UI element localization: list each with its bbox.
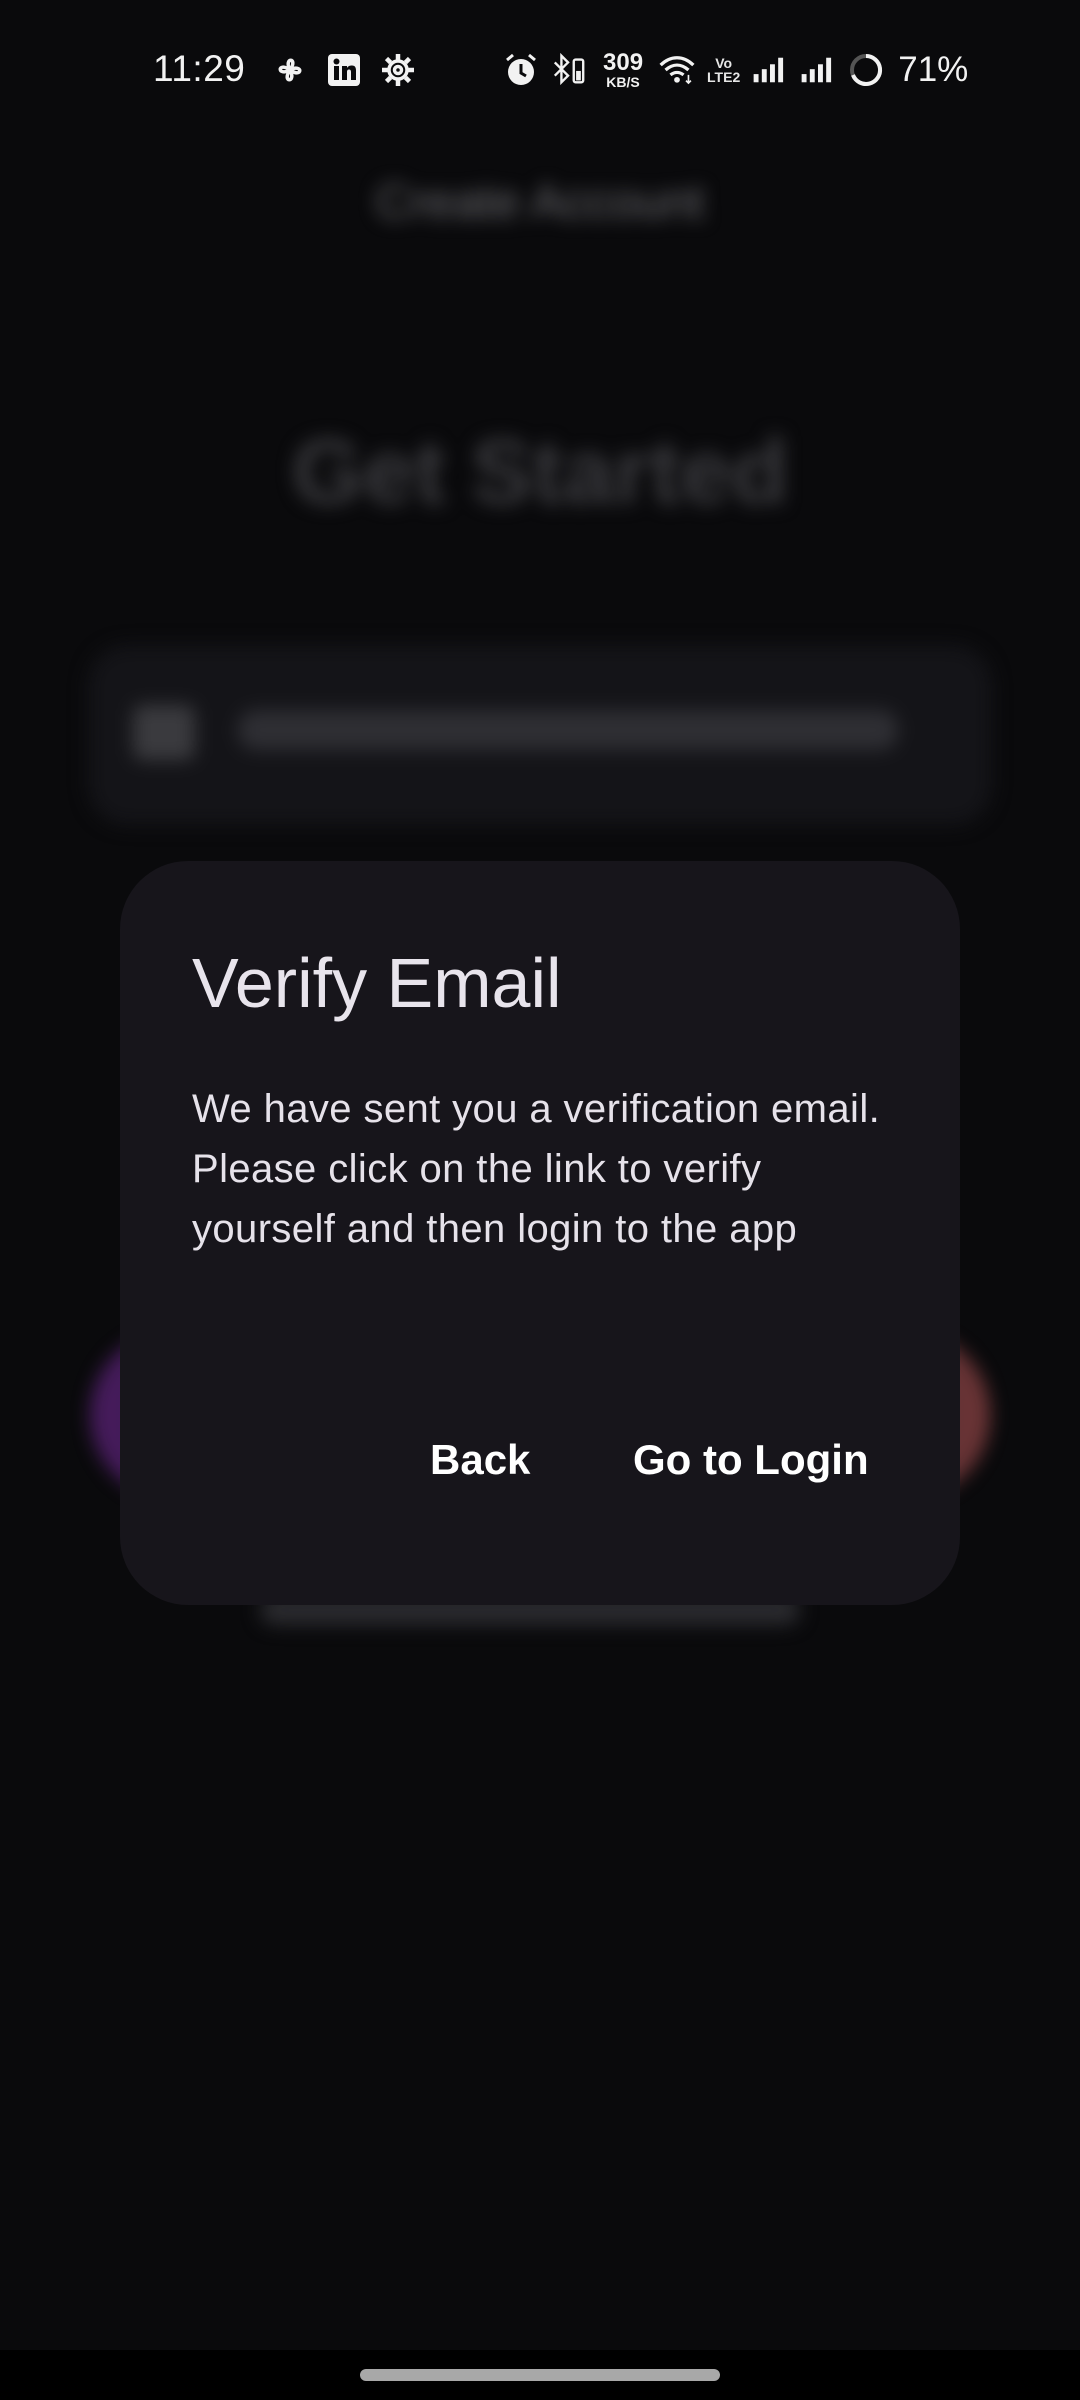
- network-speed: 309 KB/S: [603, 49, 644, 90]
- status-bar: 11:29 309 KB/S Vo LTE2 71%: [0, 0, 1080, 145]
- back-button[interactable]: Back: [412, 1426, 548, 1494]
- home-gesture-handle[interactable]: [360, 2369, 720, 2381]
- settings-gear-icon: [380, 52, 416, 88]
- dialog-title: Verify Email: [192, 944, 562, 1022]
- battery-percent: 71%: [898, 50, 969, 89]
- dialog-message: We have sent you a verification email. P…: [192, 1087, 881, 1251]
- alarm-icon: [503, 52, 539, 88]
- linkedin-icon: [326, 52, 362, 88]
- volte-indicator: Vo LTE2: [707, 55, 741, 85]
- mail-icon: [133, 705, 195, 760]
- verify-email-dialog: Verify Email We have sent you a verifica…: [120, 861, 960, 1605]
- pinwheel-icon: [272, 52, 308, 88]
- headline: Get Started: [292, 421, 788, 523]
- email-field: [88, 645, 992, 825]
- wifi-icon: [659, 52, 695, 88]
- battery-ring-icon: [848, 52, 884, 88]
- go-to-login-button[interactable]: Go to Login: [615, 1426, 887, 1494]
- email-field-value: [238, 710, 898, 750]
- signal-sim1-icon: [752, 52, 788, 88]
- navigation-bar: [0, 2350, 1080, 2400]
- screen-title: Create Account: [375, 176, 705, 229]
- signal-sim2-icon: [800, 52, 836, 88]
- bluetooth-battery-icon: [551, 52, 587, 88]
- clock: 11:29: [153, 48, 246, 89]
